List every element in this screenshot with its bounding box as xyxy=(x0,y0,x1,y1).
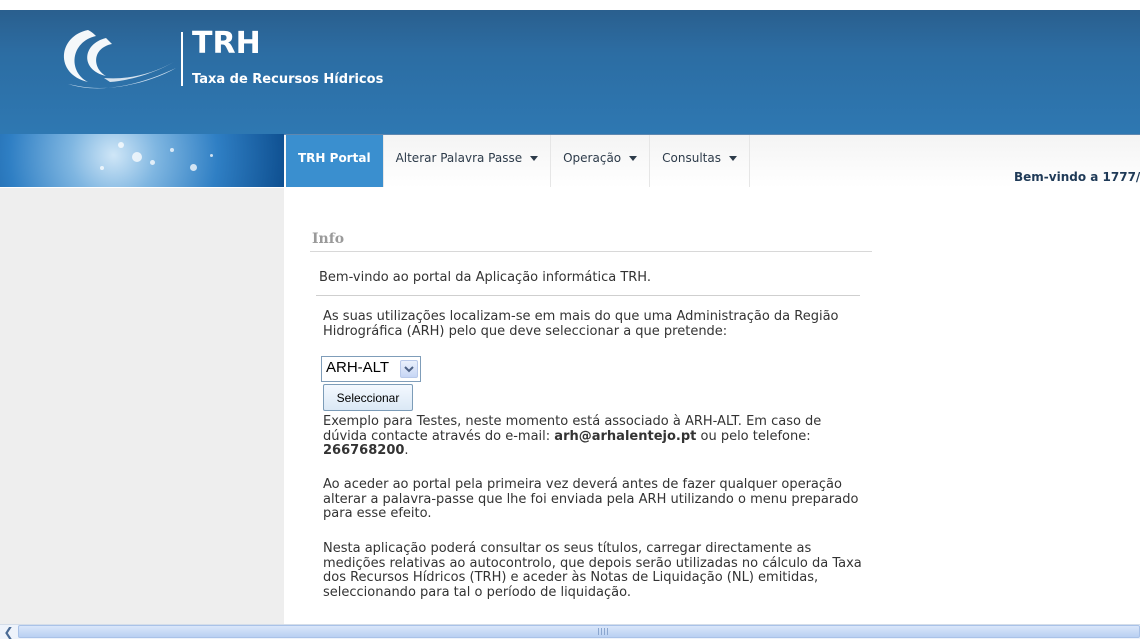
chevron-down-icon[interactable] xyxy=(400,360,418,378)
logo-divider xyxy=(181,32,183,86)
arh-select[interactable]: ARH-ALT xyxy=(321,356,421,382)
left-sidebar xyxy=(0,188,284,624)
header-banner: TRH Taxa de Recursos Hídricos xyxy=(0,10,1140,134)
divider xyxy=(316,295,860,296)
info-heading: Info xyxy=(312,231,345,247)
app-window: TRH Taxa de Recursos Hídricos TRH Portal… xyxy=(0,0,1140,639)
contact-email: arh@arhalentejo.pt xyxy=(554,428,697,444)
divider xyxy=(310,251,872,252)
water-banner-image xyxy=(0,134,284,187)
menu-label: Consultas xyxy=(662,151,721,165)
menu-label: TRH Portal xyxy=(298,151,371,165)
menu-label: Operação xyxy=(563,151,622,165)
top-strip xyxy=(0,0,1140,10)
menu-consultas[interactable]: Consultas xyxy=(650,135,750,187)
application-description-text: Nesta aplicação poderá consultar os seus… xyxy=(323,541,862,600)
test-info-text: Exemplo para Testes, neste momento está … xyxy=(323,414,868,459)
app-subtitle: Taxa de Recursos Hídricos xyxy=(192,72,384,87)
wave-logo-icon xyxy=(63,30,176,89)
caret-down-icon xyxy=(629,155,638,161)
welcome-user-text: Bem-vindo a 1777/ xyxy=(1014,170,1140,184)
app-title: TRH xyxy=(192,26,261,61)
menu-label: Alterar Palavra Passe xyxy=(395,151,523,165)
test-info-end: . xyxy=(404,443,409,459)
caret-down-icon xyxy=(530,155,539,161)
first-access-text: Ao aceder ao portal pela primeira vez de… xyxy=(323,477,859,522)
menu-operacao[interactable]: Operação xyxy=(551,135,651,187)
scrollbar-grip xyxy=(598,628,608,635)
arh-select-value: ARH-ALT xyxy=(326,359,390,376)
caret-down-icon xyxy=(728,155,737,161)
seleccionar-button[interactable]: Seleccionar xyxy=(323,384,413,411)
main-menu: TRH Portal Alterar Palavra Passe Operaçã… xyxy=(286,135,750,187)
contact-phone: 266768200 xyxy=(323,443,405,459)
arh-instructions: As suas utilizações localizam-se em mais… xyxy=(323,309,839,339)
scrollbar-thumb[interactable] xyxy=(18,625,1140,638)
test-info-mid: ou pelo telefone: xyxy=(696,428,811,444)
intro-text: Bem-vindo ao portal da Aplicação informá… xyxy=(319,270,651,285)
menu-alterar-palavra-passe[interactable]: Alterar Palavra Passe xyxy=(384,135,552,187)
menu-trh-portal[interactable]: TRH Portal xyxy=(286,135,384,187)
scroll-left-arrow-icon[interactable]: ❮ xyxy=(2,625,15,639)
